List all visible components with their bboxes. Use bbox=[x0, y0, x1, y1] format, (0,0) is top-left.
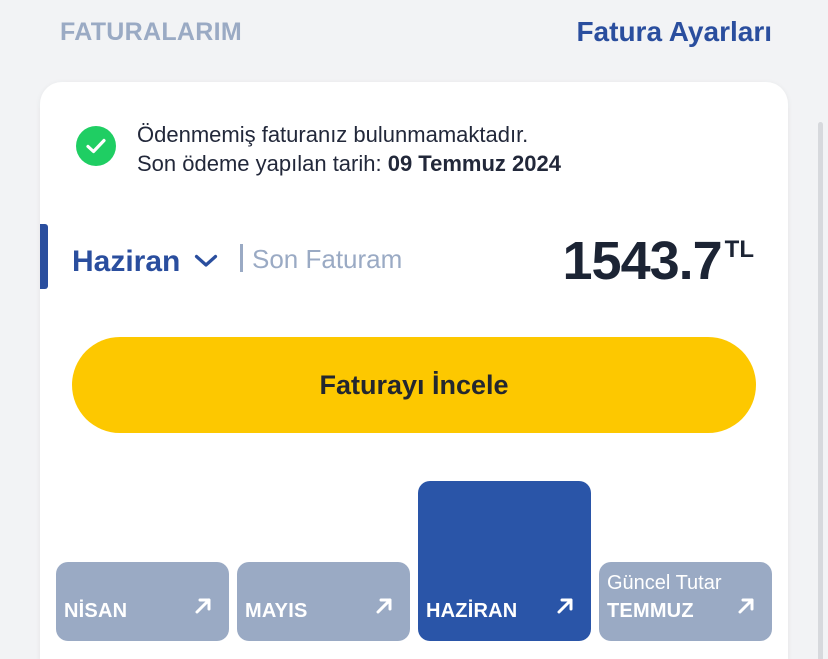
last-payment-label: Son ödeme yapılan tarih: bbox=[137, 151, 388, 176]
amount-currency: TL bbox=[724, 236, 754, 263]
selection-accent-bar bbox=[40, 224, 48, 289]
arrow-up-right-icon bbox=[555, 596, 575, 621]
chevron-down-icon bbox=[194, 254, 218, 273]
invoice-settings-link[interactable]: Fatura Ayarları bbox=[576, 16, 772, 48]
divider bbox=[240, 244, 243, 272]
arrow-up-right-icon bbox=[736, 596, 756, 621]
current-amount-label: Güncel Tutar bbox=[607, 572, 722, 594]
month-tile-label: MAYIS bbox=[245, 600, 308, 622]
check-circle-icon bbox=[76, 126, 116, 166]
month-tile-label: HAZİRAN bbox=[426, 600, 518, 622]
selected-month-label: Haziran bbox=[72, 245, 181, 278]
month-tile-nisan[interactable]: NİSAN bbox=[56, 562, 229, 641]
month-tile-temmuz[interactable]: Güncel Tutar TEMMUZ bbox=[599, 562, 772, 641]
month-dropdown[interactable]: Haziran bbox=[72, 242, 218, 282]
month-tile-label: TEMMUZ bbox=[607, 600, 694, 622]
arrow-up-right-icon bbox=[193, 596, 213, 621]
view-invoice-button[interactable]: Faturayı İncele bbox=[72, 337, 756, 433]
last-invoice-caption: Son Faturam bbox=[252, 244, 403, 274]
invoice-card: Ödenmemiş faturanız bulunmamaktadır. Son… bbox=[40, 82, 788, 659]
month-tile-label: NİSAN bbox=[64, 600, 128, 622]
month-tile-mayis[interactable]: MAYIS bbox=[237, 562, 410, 641]
status-message: Ödenmemiş faturanız bulunmamaktadır. Son… bbox=[137, 120, 737, 178]
page-header: FATURALARIM Fatura Ayarları bbox=[0, 0, 828, 70]
page-title: FATURALARIM bbox=[60, 18, 242, 46]
last-payment-date: 09 Temmuz 2024 bbox=[387, 151, 561, 176]
status-line-unpaid: Ödenmemiş faturanız bulunmamaktadır. bbox=[137, 122, 529, 147]
month-tile-haziran[interactable]: HAZİRAN bbox=[418, 481, 591, 641]
status-line-last-payment: Son ödeme yapılan tarih: 09 Temmuz 2024 bbox=[137, 149, 737, 178]
invoice-amount: 1543.7 TL bbox=[563, 230, 755, 292]
amount-value: 1543.7 bbox=[562, 231, 723, 291]
scrollbar[interactable] bbox=[818, 122, 823, 659]
arrow-up-right-icon bbox=[374, 596, 394, 621]
